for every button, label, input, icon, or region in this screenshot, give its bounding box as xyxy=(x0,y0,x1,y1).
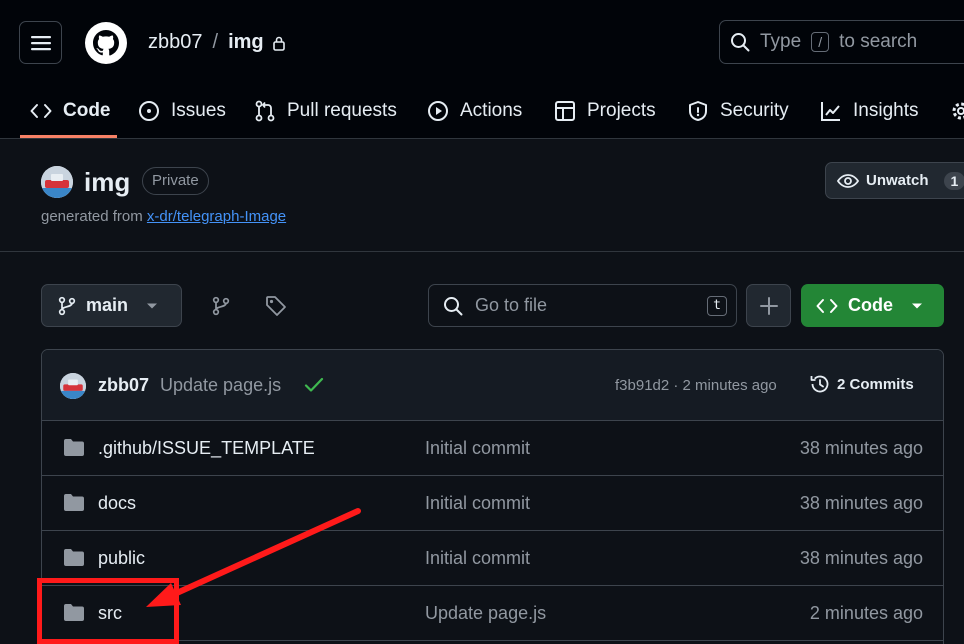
hamburger-icon xyxy=(30,35,51,50)
tab-label: Insights xyxy=(853,100,919,121)
tags-button[interactable] xyxy=(261,291,291,321)
tab-settings[interactable] xyxy=(950,86,964,136)
commit-author-link[interactable]: zbb07 xyxy=(98,375,149,396)
tab-insights[interactable]: Insights xyxy=(820,86,918,136)
branch-name: main xyxy=(86,295,129,315)
tab-issues[interactable]: Issues xyxy=(138,86,226,136)
breadcrumb: zbb07 / img xyxy=(148,31,286,54)
global-header: zbb07 / img Type / to search Code Issues… xyxy=(0,0,964,139)
file-name-link[interactable]: docs xyxy=(98,493,136,514)
search-prefix: Type xyxy=(760,31,802,52)
hamburger-menu-button[interactable] xyxy=(19,21,62,64)
graph-icon xyxy=(821,102,840,121)
branch-icon xyxy=(212,296,230,316)
global-search-input[interactable]: Type / to search xyxy=(719,20,964,64)
file-commit-message[interactable]: Initial commit xyxy=(425,438,530,459)
code-dropdown-button[interactable]: Code xyxy=(801,284,944,327)
file-commit-message[interactable]: Initial commit xyxy=(425,548,530,569)
go-to-file-shortcut-key: t xyxy=(707,296,727,316)
commit-hash-time[interactable]: f3b91d2 · 2 minutes ago xyxy=(615,377,777,394)
shield-icon xyxy=(689,101,707,121)
history-icon xyxy=(810,375,829,393)
active-tab-underline xyxy=(20,135,117,138)
commits-count-label: 2 Commits xyxy=(837,375,914,393)
tab-label: Security xyxy=(720,100,789,121)
repo-name: img xyxy=(228,31,264,53)
avatar-image-icon xyxy=(41,166,73,198)
file-commit-age: 38 minutes ago xyxy=(799,438,923,458)
chevron-down-icon xyxy=(147,303,158,308)
tab-actions[interactable]: Actions xyxy=(427,86,522,136)
file-commit-message[interactable]: Update page.js xyxy=(425,603,546,624)
file-name-link[interactable]: .github/ISSUE_TEMPLATE xyxy=(98,438,315,459)
pull-request-icon xyxy=(255,100,275,122)
commit-message-link[interactable]: Update page.js xyxy=(160,375,281,396)
branches-button[interactable] xyxy=(206,291,236,321)
branch-icon xyxy=(58,296,76,315)
tab-label: Code xyxy=(63,100,111,121)
repo-link[interactable]: img xyxy=(228,31,286,54)
code-icon xyxy=(816,298,838,313)
repo-header xyxy=(0,140,964,252)
owner-link[interactable]: zbb07 xyxy=(148,31,203,54)
code-button-label: Code xyxy=(848,295,893,315)
visibility-badge: Private xyxy=(142,167,209,195)
lock-icon xyxy=(272,36,285,51)
tab-projects[interactable]: Projects xyxy=(554,86,656,136)
play-icon xyxy=(428,101,448,121)
plus-icon xyxy=(759,296,778,315)
watch-count-badge: 1 xyxy=(943,171,964,190)
github-logo-icon[interactable] xyxy=(84,21,128,65)
unwatch-label: Unwatch xyxy=(866,172,929,189)
add-file-button[interactable] xyxy=(746,284,791,327)
latest-commit-bar: zbb07 Update page.js f3b91d2 · 2 minutes… xyxy=(42,350,943,421)
folder-icon xyxy=(64,494,84,511)
file-row[interactable]: docs Initial commit 38 minutes ago xyxy=(42,476,943,531)
issue-icon xyxy=(139,101,159,121)
gear-icon xyxy=(952,102,964,120)
chevron-down-icon xyxy=(912,303,922,308)
tab-pull-requests[interactable]: Pull requests xyxy=(254,86,397,136)
search-suffix: to search xyxy=(839,31,918,52)
folder-icon xyxy=(64,549,84,566)
file-commit-age: 38 minutes ago xyxy=(799,548,923,568)
eye-icon xyxy=(837,173,859,188)
template-repo-link[interactable]: x-dr/telegraph-Image xyxy=(147,208,286,225)
breadcrumb-separator: / xyxy=(212,31,219,53)
file-name-link[interactable]: public xyxy=(98,548,145,569)
commit-author-avatar[interactable] xyxy=(60,373,86,399)
file-commit-age: 38 minutes ago xyxy=(799,493,923,513)
tab-label: Issues xyxy=(171,100,226,121)
file-commit-age: 2 minutes ago xyxy=(809,603,923,623)
repo-title[interactable]: img xyxy=(84,167,130,198)
tab-label: Actions xyxy=(460,100,523,121)
unwatch-button[interactable]: Unwatch 1 xyxy=(825,162,964,199)
generated-from-text: generated from x-dr/telegraph-Image xyxy=(41,208,286,225)
table-icon xyxy=(555,101,575,121)
file-commit-message[interactable]: Initial commit xyxy=(425,493,530,514)
tag-icon xyxy=(266,296,286,316)
branch-selector-button[interactable]: main xyxy=(41,284,182,327)
search-shortcut-key: / xyxy=(811,32,830,52)
annotation-highlight-box xyxy=(37,578,179,644)
tab-code[interactable]: Code xyxy=(30,86,111,136)
code-icon xyxy=(30,104,52,118)
tab-security[interactable]: Security xyxy=(687,86,789,136)
commits-history-link[interactable]: 2 Commits xyxy=(809,373,914,395)
go-to-file-placeholder: Go to file xyxy=(475,295,548,315)
folder-icon xyxy=(64,439,84,456)
tab-label: Pull requests xyxy=(287,100,397,121)
go-to-file-input[interactable]: Go to file t xyxy=(428,284,737,327)
check-icon[interactable] xyxy=(304,376,324,394)
search-icon xyxy=(731,33,750,52)
search-icon xyxy=(444,296,463,315)
repo-owner-avatar[interactable] xyxy=(41,166,73,198)
file-row[interactable]: .github/ISSUE_TEMPLATE Initial commit 38… xyxy=(42,421,943,476)
tab-label: Projects xyxy=(587,100,656,121)
generated-prefix: generated from xyxy=(41,208,143,225)
avatar-image-icon xyxy=(60,373,86,399)
